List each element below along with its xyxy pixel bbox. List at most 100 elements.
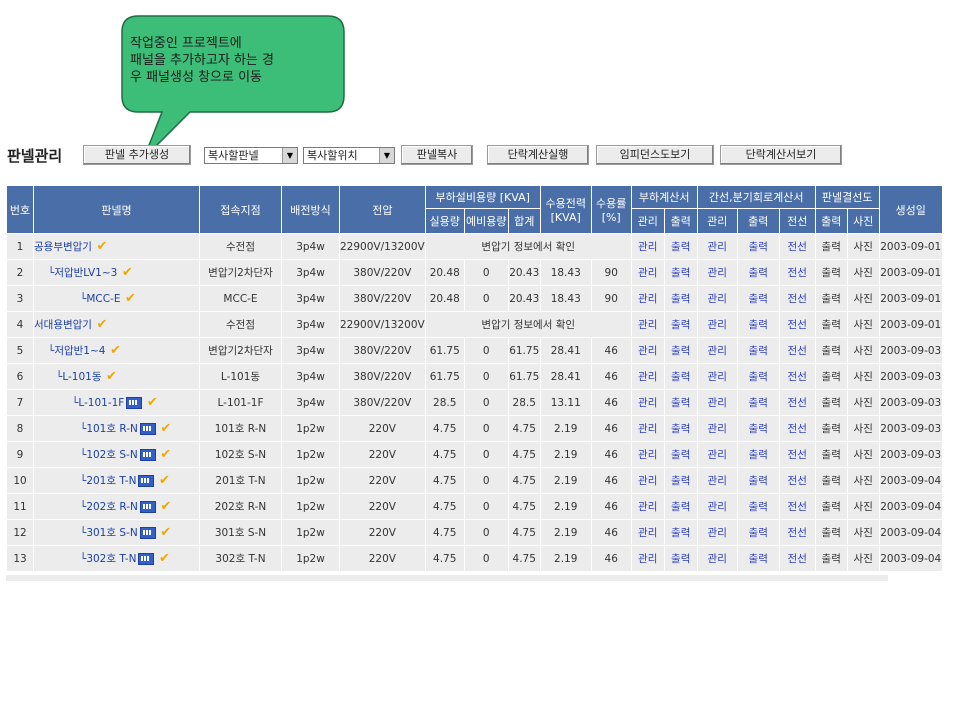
checkmark-icon[interactable]: ✔ xyxy=(142,395,158,410)
feeder-output-link[interactable]: 출력 xyxy=(736,311,780,338)
diagram-photo-link[interactable]: 사진 xyxy=(846,259,880,286)
feeder-output-link[interactable]: 출력 xyxy=(736,519,780,546)
panel-name-link[interactable]: └302호 T-N xyxy=(80,553,136,565)
load-manage-link[interactable]: 관리 xyxy=(630,467,665,494)
feeder-wire-link[interactable]: 전선 xyxy=(778,259,816,286)
diagram-photo-link[interactable]: 사진 xyxy=(846,467,880,494)
checkmark-icon[interactable]: ✔ xyxy=(156,447,171,462)
diagram-photo-link[interactable]: 사진 xyxy=(846,233,880,260)
checkmark-icon[interactable]: ✔ xyxy=(92,239,107,254)
feeder-output-link[interactable]: 출력 xyxy=(736,363,780,390)
checkmark-icon[interactable]: ✔ xyxy=(156,525,171,540)
checkmark-icon[interactable]: ✔ xyxy=(120,291,136,306)
load-output-link[interactable]: 출력 xyxy=(663,337,698,364)
diagram-output-link[interactable]: 출력 xyxy=(814,467,848,494)
feeder-wire-link[interactable]: 전선 xyxy=(778,337,816,364)
feeder-output-link[interactable]: 출력 xyxy=(736,545,780,572)
diagram-photo-link[interactable]: 사진 xyxy=(846,415,880,442)
diagram-photo-link[interactable]: 사진 xyxy=(846,337,880,364)
load-output-link[interactable]: 출력 xyxy=(663,311,698,338)
panel-name-link[interactable]: └201호 T-N xyxy=(80,475,136,487)
diagram-output-link[interactable]: 출력 xyxy=(814,363,848,390)
diagram-output-link[interactable]: 출력 xyxy=(814,311,848,338)
panel-name-link[interactable]: 서대용변압기 xyxy=(35,319,92,331)
load-manage-link[interactable]: 관리 xyxy=(630,441,665,468)
feeder-wire-link[interactable]: 전선 xyxy=(778,415,816,442)
checkmark-icon[interactable]: ✔ xyxy=(156,499,171,514)
load-output-link[interactable]: 출력 xyxy=(663,363,698,390)
load-manage-link[interactable]: 관리 xyxy=(630,415,665,442)
load-manage-link[interactable]: 관리 xyxy=(630,285,665,312)
short-circuit-report-button[interactable]: 단락계산서보기 xyxy=(720,145,842,165)
panel-name-link[interactable]: └202호 R-N xyxy=(80,501,138,513)
building-icon[interactable] xyxy=(126,397,143,409)
panel-name-link[interactable]: └102호 S-N xyxy=(80,449,138,461)
panel-name-cell[interactable]: └102호 S-N ✔ xyxy=(33,441,200,468)
diagram-output-link[interactable]: 출력 xyxy=(814,233,848,260)
checkmark-icon[interactable]: ✔ xyxy=(156,421,171,436)
feeder-output-link[interactable]: 출력 xyxy=(736,467,780,494)
panel-name-cell[interactable]: └MCC-E ✔ xyxy=(33,285,200,312)
panel-name-cell[interactable]: └302호 T-N ✔ xyxy=(33,545,200,572)
feeder-wire-link[interactable]: 전선 xyxy=(778,389,816,416)
feeder-manage-link[interactable]: 관리 xyxy=(696,519,738,546)
panel-name-cell[interactable]: └301호 S-N ✔ xyxy=(33,519,200,546)
short-circuit-run-button[interactable]: 단락계산실행 xyxy=(487,145,589,165)
feeder-manage-link[interactable]: 관리 xyxy=(696,311,738,338)
diagram-photo-link[interactable]: 사진 xyxy=(846,519,880,546)
building-icon[interactable] xyxy=(138,553,155,565)
feeder-manage-link[interactable]: 관리 xyxy=(696,363,738,390)
checkmark-icon[interactable]: ✔ xyxy=(101,369,117,384)
feeder-wire-link[interactable]: 전선 xyxy=(778,311,816,338)
impedance-map-button[interactable]: 임피던스도보기 xyxy=(596,145,714,165)
feeder-output-link[interactable]: 출력 xyxy=(736,337,780,364)
panel-name-cell[interactable]: 서대용변압기 ✔ xyxy=(33,311,200,338)
copy-panel-button[interactable]: 판넬복사 xyxy=(401,145,473,165)
feeder-wire-link[interactable]: 전선 xyxy=(778,519,816,546)
feeder-manage-link[interactable]: 관리 xyxy=(696,415,738,442)
load-manage-link[interactable]: 관리 xyxy=(630,233,665,260)
feeder-output-link[interactable]: 출력 xyxy=(736,233,780,260)
copy-position-select[interactable]: 복사할위치 ▼ xyxy=(303,147,395,164)
feeder-manage-link[interactable]: 관리 xyxy=(696,493,738,520)
load-manage-link[interactable]: 관리 xyxy=(630,337,665,364)
feeder-wire-link[interactable]: 전선 xyxy=(778,441,816,468)
load-manage-link[interactable]: 관리 xyxy=(630,259,665,286)
feeder-manage-link[interactable]: 관리 xyxy=(696,285,738,312)
load-manage-link[interactable]: 관리 xyxy=(630,519,665,546)
panel-name-link[interactable]: └L-101-1F xyxy=(72,397,124,409)
checkmark-icon[interactable]: ✔ xyxy=(92,317,107,332)
checkmark-icon[interactable]: ✔ xyxy=(154,551,170,566)
panel-name-cell[interactable]: └201호 T-N ✔ xyxy=(33,467,200,494)
add-panel-button[interactable]: 판넬 추가생성 xyxy=(83,145,191,165)
load-manage-link[interactable]: 관리 xyxy=(630,389,665,416)
diagram-photo-link[interactable]: 사진 xyxy=(846,545,880,572)
load-output-link[interactable]: 출력 xyxy=(663,285,698,312)
chevron-down-icon[interactable]: ▼ xyxy=(282,148,297,163)
load-manage-link[interactable]: 관리 xyxy=(630,363,665,390)
feeder-manage-link[interactable]: 관리 xyxy=(696,337,738,364)
diagram-photo-link[interactable]: 사진 xyxy=(846,285,880,312)
building-icon[interactable] xyxy=(139,527,156,539)
load-output-link[interactable]: 출력 xyxy=(663,415,698,442)
feeder-manage-link[interactable]: 관리 xyxy=(696,233,738,260)
feeder-manage-link[interactable]: 관리 xyxy=(696,467,738,494)
feeder-manage-link[interactable]: 관리 xyxy=(696,259,738,286)
load-manage-link[interactable]: 관리 xyxy=(630,493,665,520)
diagram-output-link[interactable]: 출력 xyxy=(814,259,848,286)
diagram-photo-link[interactable]: 사진 xyxy=(846,311,880,338)
diagram-output-link[interactable]: 출력 xyxy=(814,493,848,520)
diagram-output-link[interactable]: 출력 xyxy=(814,337,848,364)
feeder-output-link[interactable]: 출력 xyxy=(736,285,780,312)
load-output-link[interactable]: 출력 xyxy=(663,233,698,260)
panel-name-link[interactable]: └저압반1~4 xyxy=(48,345,105,357)
load-manage-link[interactable]: 관리 xyxy=(630,545,665,572)
feeder-output-link[interactable]: 출력 xyxy=(736,389,780,416)
panel-name-link[interactable]: └101호 R-N xyxy=(80,423,138,435)
building-icon[interactable] xyxy=(139,449,156,461)
copy-panel-select[interactable]: 복사할판넬 ▼ xyxy=(204,147,298,164)
load-output-link[interactable]: 출력 xyxy=(663,467,698,494)
panel-name-link[interactable]: 공용부변압기 xyxy=(35,241,92,253)
feeder-wire-link[interactable]: 전선 xyxy=(778,545,816,572)
load-output-link[interactable]: 출력 xyxy=(663,441,698,468)
